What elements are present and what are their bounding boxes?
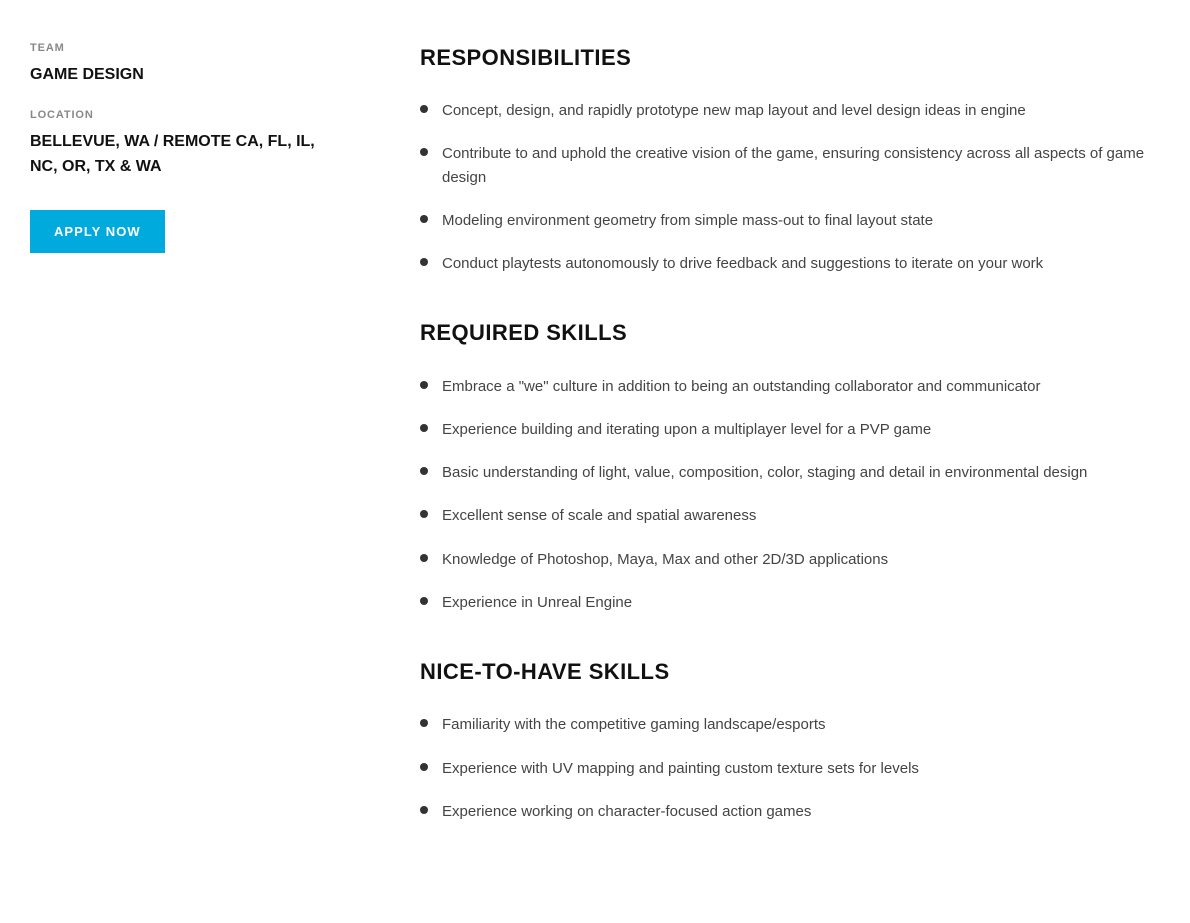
bullet-dot <box>420 467 428 475</box>
responsibilities-list: Concept, design, and rapidly prototype n… <box>420 99 1150 275</box>
responsibilities-section: RESPONSIBILITIES Concept, design, and ra… <box>420 40 1150 275</box>
bullet-dot <box>420 719 428 727</box>
required-skill-1: Embrace a "we" culture in addition to be… <box>442 375 1041 398</box>
nice-to-have-3: Experience working on character-focused … <box>442 800 811 823</box>
list-item: Contribute to and uphold the creative vi… <box>420 142 1150 189</box>
list-item: Familiarity with the competitive gaming … <box>420 713 1150 736</box>
required-skills-section: REQUIRED SKILLS Embrace a "we" culture i… <box>420 315 1150 614</box>
list-item: Knowledge of Photoshop, Maya, Max and ot… <box>420 548 1150 571</box>
list-item: Experience in Unreal Engine <box>420 591 1150 614</box>
list-item: Experience with UV mapping and painting … <box>420 757 1150 780</box>
location-label: LOCATION <box>30 107 340 125</box>
required-skill-4: Excellent sense of scale and spatial awa… <box>442 504 756 527</box>
main-content: RESPONSIBILITIES Concept, design, and ra… <box>380 20 1190 903</box>
responsibilities-item-1: Concept, design, and rapidly prototype n… <box>442 99 1026 122</box>
bullet-dot <box>420 381 428 389</box>
team-label: TEAM <box>30 40 340 58</box>
responsibilities-title: RESPONSIBILITIES <box>420 40 1150 75</box>
team-value: GAME DESIGN <box>30 62 340 88</box>
bullet-dot <box>420 597 428 605</box>
required-skill-5: Knowledge of Photoshop, Maya, Max and ot… <box>442 548 888 571</box>
responsibilities-item-3: Modeling environment geometry from simpl… <box>442 209 933 232</box>
responsibilities-item-2: Contribute to and uphold the creative vi… <box>442 142 1150 189</box>
bullet-dot <box>420 763 428 771</box>
bullet-dot <box>420 105 428 113</box>
required-skills-title: REQUIRED SKILLS <box>420 315 1150 350</box>
bullet-dot <box>420 258 428 266</box>
team-block: TEAM GAME DESIGN <box>30 40 340 87</box>
bullet-dot <box>420 806 428 814</box>
list-item: Concept, design, and rapidly prototype n… <box>420 99 1150 122</box>
list-item: Modeling environment geometry from simpl… <box>420 209 1150 232</box>
sidebar: TEAM GAME DESIGN LOCATION BELLEVUE, WA /… <box>0 20 380 903</box>
page-container: TEAM GAME DESIGN LOCATION BELLEVUE, WA /… <box>0 0 1190 923</box>
bullet-dot <box>420 424 428 432</box>
list-item: Basic understanding of light, value, com… <box>420 461 1150 484</box>
required-skill-2: Experience building and iterating upon a… <box>442 418 931 441</box>
nice-to-have-section: NICE-TO-HAVE SKILLS Familiarity with the… <box>420 654 1150 823</box>
required-skill-3: Basic understanding of light, value, com… <box>442 461 1087 484</box>
bullet-dot <box>420 215 428 223</box>
list-item: Conduct playtests autonomously to drive … <box>420 252 1150 275</box>
location-block: LOCATION BELLEVUE, WA / REMOTE CA, FL, I… <box>30 107 340 180</box>
bullet-dot <box>420 510 428 518</box>
list-item: Excellent sense of scale and spatial awa… <box>420 504 1150 527</box>
nice-to-have-list: Familiarity with the competitive gaming … <box>420 713 1150 823</box>
bullet-dot <box>420 148 428 156</box>
required-skill-6: Experience in Unreal Engine <box>442 591 632 614</box>
location-value: BELLEVUE, WA / REMOTE CA, FL, IL, NC, OR… <box>30 129 340 180</box>
list-item: Experience building and iterating upon a… <box>420 418 1150 441</box>
required-skills-list: Embrace a "we" culture in addition to be… <box>420 375 1150 615</box>
nice-to-have-title: NICE-TO-HAVE SKILLS <box>420 654 1150 689</box>
apply-now-button[interactable]: APPLY NOW <box>30 210 165 253</box>
responsibilities-item-4: Conduct playtests autonomously to drive … <box>442 252 1043 275</box>
list-item: Embrace a "we" culture in addition to be… <box>420 375 1150 398</box>
nice-to-have-2: Experience with UV mapping and painting … <box>442 757 919 780</box>
bullet-dot <box>420 554 428 562</box>
list-item: Experience working on character-focused … <box>420 800 1150 823</box>
nice-to-have-1: Familiarity with the competitive gaming … <box>442 713 826 736</box>
